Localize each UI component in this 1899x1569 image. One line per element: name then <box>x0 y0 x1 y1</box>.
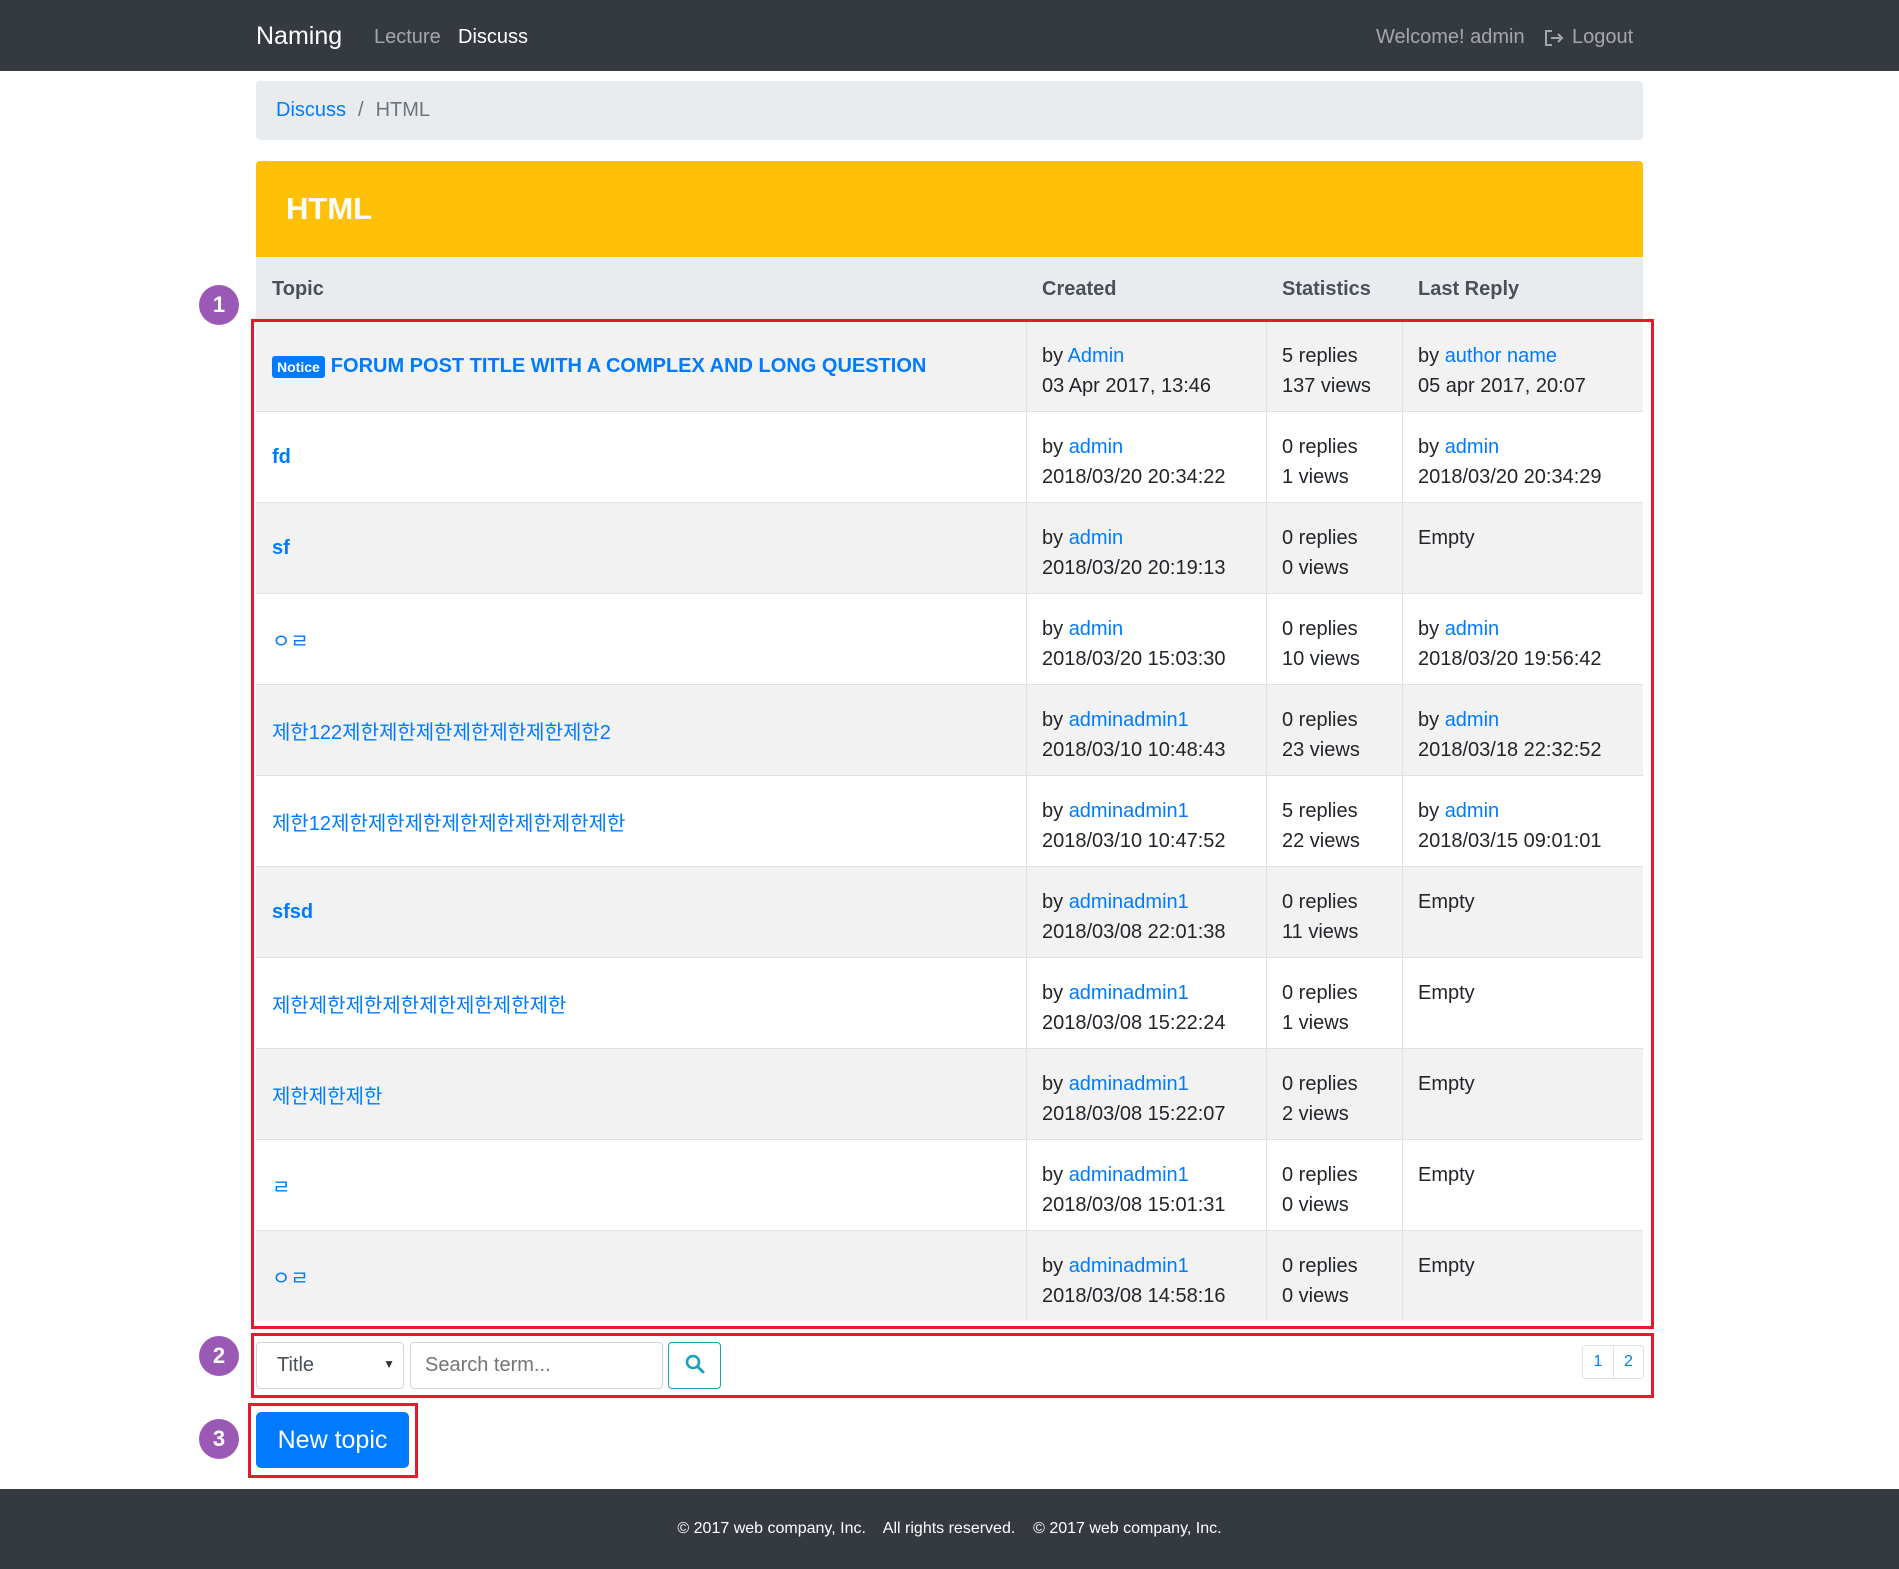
nav-lecture[interactable]: Lecture <box>374 26 441 49</box>
board-title: HTML <box>256 161 1643 257</box>
annotation-box-new-topic <box>248 1403 418 1478</box>
col-statistics: Statistics <box>1282 278 1371 300</box>
annotation-marker-3: 3 <box>199 1419 239 1459</box>
annotation-marker-1: 1 <box>199 285 239 325</box>
brand-logo[interactable]: Naming <box>256 22 342 51</box>
logout-label: Logout <box>1572 26 1634 48</box>
logout-icon <box>1544 29 1566 47</box>
breadcrumb-current: HTML <box>375 99 431 121</box>
breadcrumb-separator: / <box>358 99 364 121</box>
breadcrumb-discuss[interactable]: Discuss <box>276 99 346 122</box>
annotation-marker-2: 2 <box>199 1336 239 1376</box>
col-created: Created <box>1042 278 1117 300</box>
nav-discuss[interactable]: Discuss <box>458 26 528 49</box>
annotation-box-search-bar <box>251 1333 1654 1398</box>
breadcrumb: Discuss / HTML <box>256 81 1643 140</box>
col-topic: Topic <box>272 278 324 300</box>
welcome-text: Welcome! admin <box>1376 26 1525 48</box>
footer: © 2017 web company, Inc. All rights rese… <box>0 1489 1899 1569</box>
table-header: Topic Created Statistics Last Reply <box>256 257 1643 320</box>
col-last-reply: Last Reply <box>1418 278 1520 300</box>
logout-link[interactable]: Logout <box>1544 26 1633 49</box>
navbar: Naming Lecture Discuss Welcome! admin Lo… <box>0 0 1899 71</box>
annotation-box-topic-list <box>251 319 1654 1329</box>
footer-text: © 2017 web company, Inc. All rights rese… <box>677 1520 1222 1537</box>
